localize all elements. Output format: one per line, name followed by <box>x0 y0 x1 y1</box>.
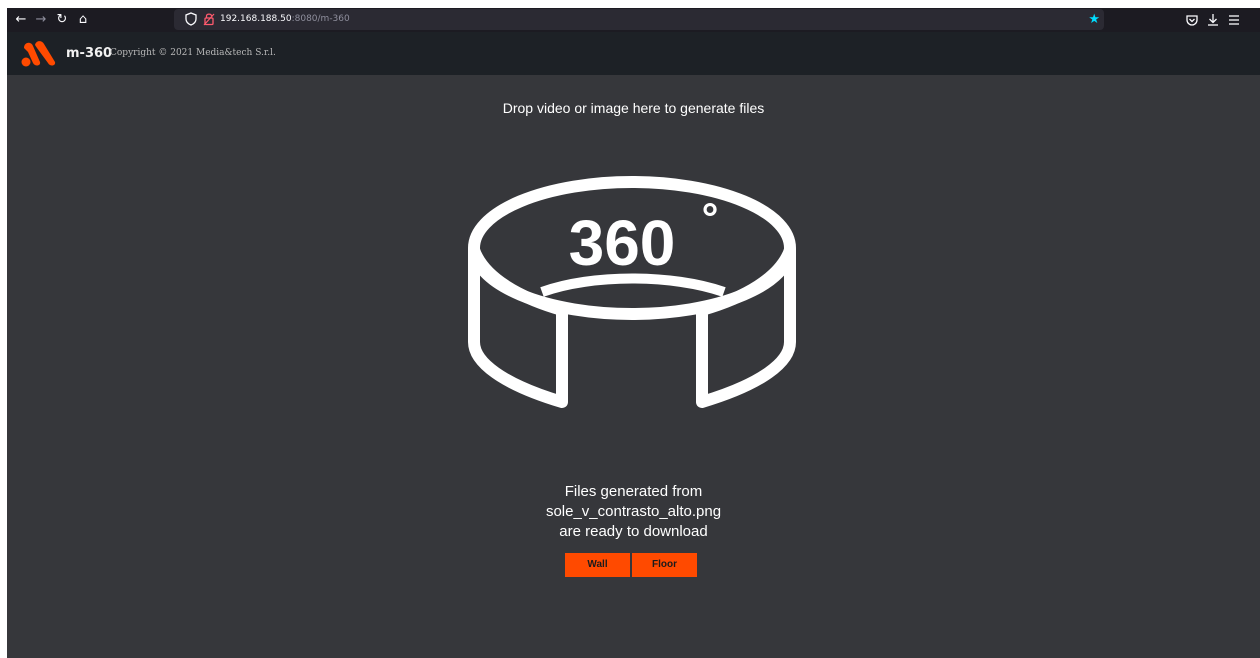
drop-zone[interactable]: Drop video or image here to generate fil… <box>7 75 1260 658</box>
lock-icon[interactable] <box>202 11 216 27</box>
url-text[interactable]: 192.168.188.50:8080/m-360 <box>220 9 350 30</box>
status-line-1: Files generated from <box>564 483 703 500</box>
download-buttons: Wall Floor <box>565 553 705 577</box>
browser-toolbar: ← → ↻ ⌂ 192.168.188.50:8080/m-360 ★ <box>7 8 1260 32</box>
app-header: m-360 Copyright © 2021 Media&tech S.r.l. <box>7 32 1260 75</box>
degree-symbol: ° <box>702 194 719 241</box>
status-line-3: are ready to download <box>559 523 708 540</box>
status-filename: sole_v_contrasto_alto.png <box>545 503 722 520</box>
wall-download-button[interactable]: Wall <box>565 553 630 577</box>
url-host: 192.168.188.50 <box>220 14 292 24</box>
360-label: 360 <box>569 207 676 279</box>
copyright-text: Copyright © 2021 Media&tech S.r.l. <box>110 48 276 58</box>
download-icon[interactable] <box>1204 11 1222 29</box>
app-name: m-360 <box>66 46 113 61</box>
back-icon[interactable]: ← <box>12 11 30 29</box>
bookmark-star-icon[interactable]: ★ <box>1088 11 1100 28</box>
forward-icon[interactable]: → <box>32 11 50 29</box>
drop-hint: Drop video or image here to generate fil… <box>502 100 765 116</box>
floor-download-button[interactable]: Floor <box>632 553 697 577</box>
logo-icon[interactable] <box>21 39 57 67</box>
reload-icon[interactable]: ↻ <box>53 11 71 29</box>
status-message: Files generated from sole_v_contrasto_al… <box>7 482 1260 542</box>
url-bar[interactable]: 192.168.188.50:8080/m-360 ★ <box>174 9 1104 30</box>
menu-icon[interactable] <box>1225 11 1243 29</box>
url-path: :8080/m-360 <box>291 14 350 24</box>
browser-window: ← → ↻ ⌂ 192.168.188.50:8080/m-360 ★ m-36… <box>7 8 1260 658</box>
360-cylinder-icon: 360 ° <box>468 176 796 408</box>
home-icon[interactable]: ⌂ <box>74 11 92 29</box>
shield-icon[interactable] <box>184 11 198 27</box>
pocket-icon[interactable] <box>1183 11 1201 29</box>
